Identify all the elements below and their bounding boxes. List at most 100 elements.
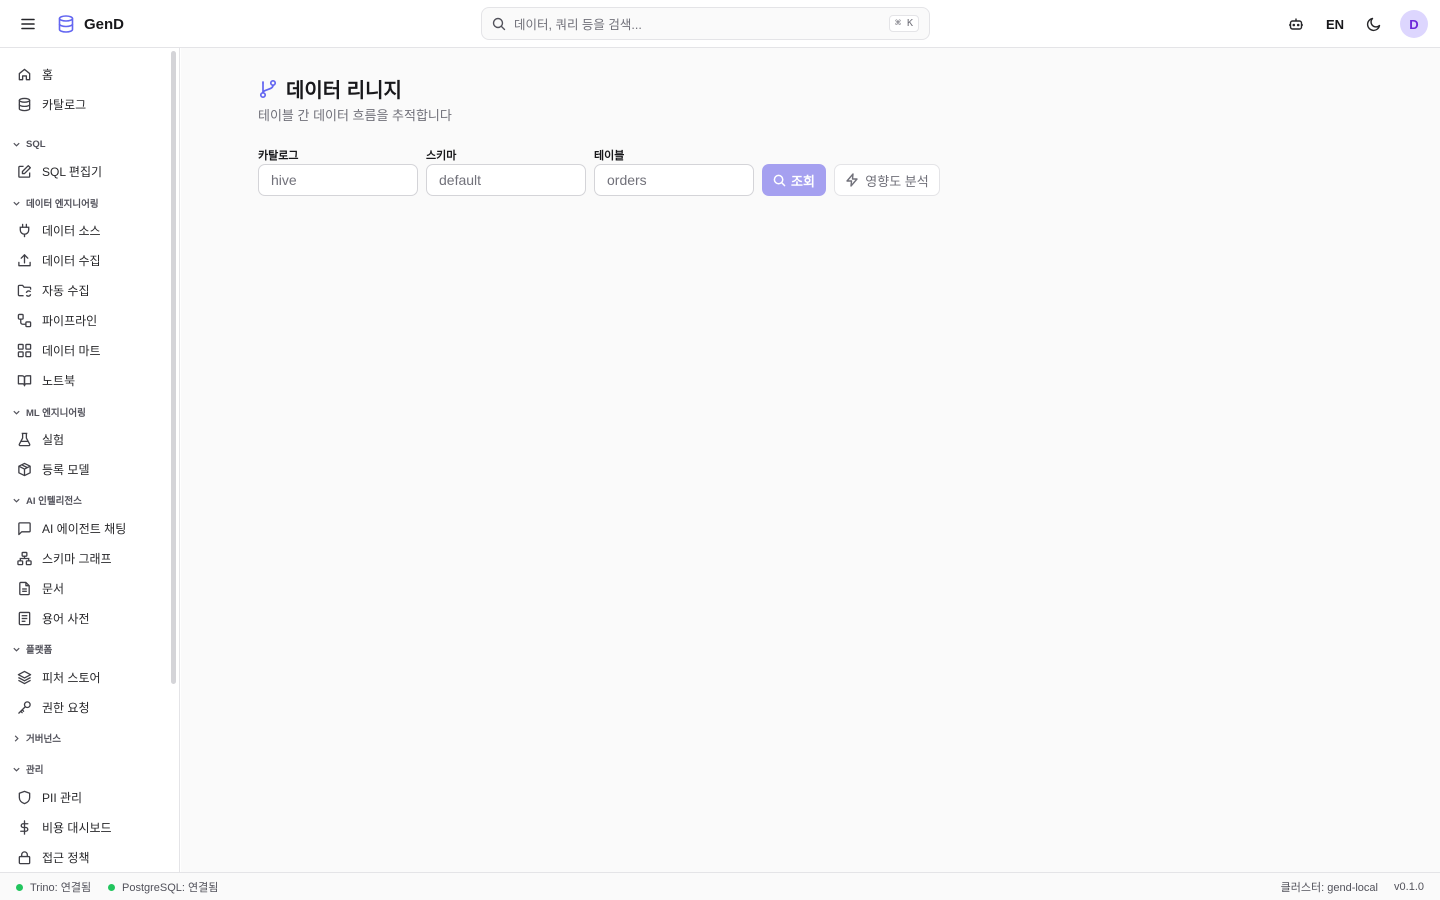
- section-label: SQL: [26, 138, 46, 150]
- version-label: v0.1.0: [1394, 881, 1424, 893]
- moon-icon[interactable]: [1362, 12, 1386, 36]
- sidebar-item-data-ingest[interactable]: 데이터 수집: [8, 246, 166, 274]
- sidebar-item-cost-dashboard[interactable]: 비용 대시보드: [8, 813, 166, 841]
- catalog-input[interactable]: hive: [258, 164, 418, 196]
- schema-label: 스키마: [426, 150, 457, 162]
- sidebar-item-label: 노트북: [42, 373, 76, 388]
- sidebar-item-pii[interactable]: PII 관리: [8, 783, 166, 811]
- table-input[interactable]: orders: [594, 164, 754, 196]
- zap-icon: [845, 173, 859, 187]
- trino-status-text: Trino: 연결됨: [30, 882, 92, 894]
- trino-status: Trino: 연결됨: [16, 873, 91, 900]
- sidebar-item-label: 비용 대시보드: [42, 820, 112, 835]
- sidebar-item-notebook[interactable]: 노트북: [8, 366, 166, 394]
- sidebar-item-sql-editor[interactable]: SQL 편집기: [8, 157, 166, 185]
- query-button[interactable]: 조회: [762, 164, 826, 196]
- header-actions: EN D: [1284, 10, 1428, 38]
- database-icon: [16, 96, 32, 112]
- section-admin[interactable]: 관리: [12, 761, 43, 777]
- page-header: 데이터 리니지: [258, 74, 402, 103]
- sidebar-item-label: 문서: [42, 581, 65, 596]
- section-ml-engineering[interactable]: ML 엔지니어링: [12, 404, 86, 420]
- sidebar-item-label: 용어 사전: [42, 611, 90, 626]
- folder-sync-icon: [16, 282, 32, 298]
- package-icon: [16, 461, 32, 477]
- sidebar-item-label: 피처 스토어: [42, 670, 101, 685]
- layers-icon: [16, 669, 32, 685]
- sidebar-item-label: 데이터 소스: [42, 223, 101, 238]
- sidebar-item-label: 자동 수집: [42, 283, 90, 298]
- top-header: GenD 데이터, 쿼리 등을 검색... ⌘ K EN D: [0, 0, 1440, 48]
- section-data-engineering[interactable]: 데이터 엔지니어링: [12, 195, 99, 211]
- key-icon: [16, 699, 32, 715]
- sidebar-item-feature-store[interactable]: 피처 스토어: [8, 663, 166, 691]
- section-governance[interactable]: 거버넌스: [12, 730, 61, 746]
- sidebar-item-home[interactable]: 홈: [8, 60, 166, 88]
- sidebar-item-schema-graph[interactable]: 스키마 그래프: [8, 544, 166, 572]
- cluster-info: 클러스터: gend-local: [1280, 882, 1378, 894]
- sidebar-item-label: 실험: [42, 432, 65, 447]
- section-label: 플랫폼: [26, 645, 53, 656]
- impact-analysis-button[interactable]: 영향도 분석: [834, 164, 940, 196]
- workflow-icon: [16, 312, 32, 328]
- sidebar-item-documents[interactable]: 문서: [8, 574, 166, 602]
- sidebar-item-label: 데이터 마트: [42, 343, 101, 358]
- schema-input[interactable]: default: [426, 164, 586, 196]
- bot-icon[interactable]: [1284, 12, 1308, 36]
- flask-icon: [16, 431, 32, 447]
- section-label: 데이터 엔지니어링: [26, 199, 99, 210]
- sidebar-item-pipeline[interactable]: 파이프라인: [8, 306, 166, 334]
- section-label: ML 엔지니어링: [26, 408, 86, 419]
- page-title: 데이터 리니지: [286, 80, 402, 102]
- sidebar-item-access-policy[interactable]: 접근 정책: [8, 843, 166, 871]
- sidebar-item-catalog[interactable]: 카탈로그: [8, 90, 166, 118]
- section-platform[interactable]: 플랫폼: [12, 641, 52, 657]
- sidebar-item-glossary[interactable]: 용어 사전: [8, 604, 166, 632]
- search-icon: [492, 17, 506, 31]
- global-search[interactable]: 데이터, 쿼리 등을 검색... ⌘ K: [481, 7, 930, 40]
- sidebar-scrollbar[interactable]: [171, 51, 176, 684]
- sidebar-item-label: 파이프라인: [42, 313, 98, 328]
- sidebar-item-auto-ingest[interactable]: 자동 수집: [8, 276, 166, 304]
- message-square-icon: [16, 520, 32, 536]
- sidebar-item-label: PII 관리: [42, 790, 83, 805]
- home-icon: [16, 66, 32, 82]
- sidebar-item-label: 등록 모델: [42, 462, 90, 477]
- menu-icon[interactable]: [16, 12, 40, 36]
- sidebar-item-label: AI 에이전트 채팅: [42, 521, 127, 536]
- sidebar-item-experiment[interactable]: 실험: [8, 425, 166, 453]
- chevron-down-icon: [12, 645, 21, 654]
- sidebar-item-registered-model[interactable]: 등록 모델: [8, 455, 166, 483]
- postgres-status: PostgreSQL: 연결됨: [108, 873, 218, 900]
- section-sql[interactable]: SQL: [12, 136, 46, 152]
- sidebar-item-label: 카탈로그: [42, 97, 87, 112]
- app-name: GenD: [84, 15, 125, 33]
- chevron-right-icon: [12, 734, 21, 743]
- search-placeholder: 데이터, 쿼리 등을 검색...: [514, 18, 642, 32]
- table-field: 테이블 orders: [594, 148, 754, 196]
- git-branch-icon: [258, 79, 278, 99]
- search-shortcut: ⌘ K: [888, 15, 919, 32]
- sidebar-item-access-request[interactable]: 권한 요청: [8, 693, 166, 721]
- sidebar-item-data-mart[interactable]: 데이터 마트: [8, 336, 166, 364]
- book-open-icon: [16, 372, 32, 388]
- chevron-down-icon: [12, 765, 21, 774]
- lock-icon: [16, 849, 32, 865]
- plug-icon: [16, 222, 32, 238]
- app-logo[interactable]: GenD: [56, 12, 124, 36]
- sidebar-item-label: 권한 요청: [42, 700, 90, 715]
- sidebar-item-ai-chat[interactable]: AI 에이전트 채팅: [8, 514, 166, 542]
- catalog-label: 카탈로그: [258, 150, 299, 162]
- impact-button-label: 영향도 분석: [865, 173, 929, 189]
- main-content: 데이터 리니지 테이블 간 데이터 흐름을 추적합니다 카탈로그 hive 스키…: [181, 48, 1440, 872]
- status-dot: [108, 883, 115, 891]
- sidebar-item-data-source[interactable]: 데이터 소스: [8, 216, 166, 244]
- database-icon: [56, 14, 76, 34]
- file-text-icon: [16, 580, 32, 596]
- status-bar: Trino: 연결됨 PostgreSQL: 연결됨 클러스터: gend-lo…: [0, 872, 1440, 900]
- section-label: AI 인텔리전스: [26, 496, 82, 507]
- search-icon: [773, 174, 786, 187]
- avatar[interactable]: D: [1400, 10, 1428, 38]
- language-toggle[interactable]: EN: [1322, 17, 1348, 32]
- section-ai-intelligence[interactable]: AI 인텔리전스: [12, 492, 82, 508]
